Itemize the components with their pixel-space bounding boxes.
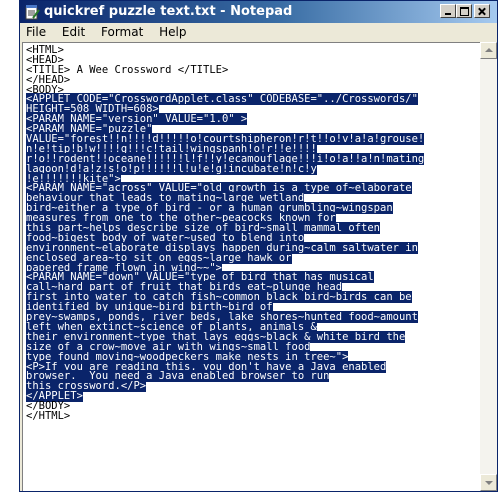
menu-format[interactable]: Format — [95, 23, 149, 39]
vertical-scrollbar[interactable] — [480, 42, 497, 491]
menu-help[interactable]: Help — [153, 23, 192, 39]
text-line[interactable]: <HTML> — [26, 45, 476, 56]
close-button[interactable] — [474, 4, 490, 18]
line-text: </HTML> — [26, 409, 71, 422]
menu-file[interactable]: File — [20, 23, 52, 39]
text-line[interactable]: </HTML> — [26, 409, 476, 422]
minimize-button[interactable] — [440, 4, 456, 18]
menu-bar: File Edit Format Help — [20, 23, 497, 42]
text-line[interactable]: </BODY> — [26, 401, 476, 412]
notepad-icon — [24, 4, 40, 20]
title-bar[interactable]: quickref puzzle text.txt - Notepad — [20, 1, 497, 23]
text-line[interactable]: </APPLET> — [26, 390, 476, 403]
text-line[interactable]: <TITLE> A Wee Crossword </TITLE> — [26, 65, 476, 76]
maximize-button[interactable] — [456, 4, 472, 18]
scroll-down-button[interactable] — [480, 474, 497, 491]
document-text[interactable]: <HTML> <HEAD> <TITLE> A Wee Crossword </TI… — [26, 45, 476, 422]
window-title: quickref puzzle text.txt - Notepad — [44, 4, 293, 19]
text-line[interactable]: this crossword.</P> — [26, 380, 476, 393]
scroll-up-button[interactable] — [480, 42, 497, 59]
menu-edit[interactable]: Edit — [56, 23, 91, 39]
text-line[interactable]: </HEAD> — [26, 74, 476, 86]
notepad-window: quickref puzzle text.txt - Notepad File … — [19, 0, 498, 492]
text-editor[interactable]: <HTML> <HEAD> <TITLE> A Wee Crossword </TI… — [22, 42, 480, 491]
